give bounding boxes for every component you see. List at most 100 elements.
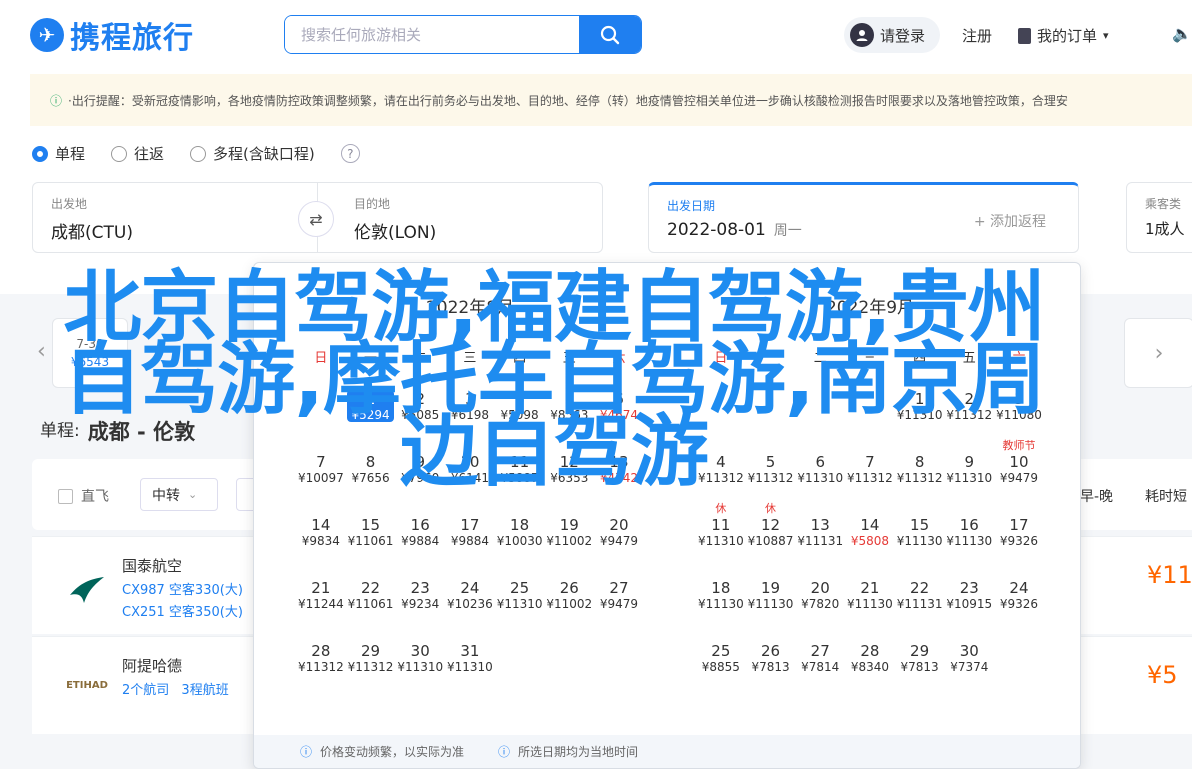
calendar-day[interactable]: 22 ¥11061 xyxy=(346,565,396,628)
day-number: 15 xyxy=(360,516,381,534)
help-icon[interactable]: ? xyxy=(340,144,360,163)
calendar-day[interactable]: 25 ¥11310 xyxy=(495,565,545,628)
calendar-day[interactable]: 25 ¥8855 xyxy=(696,628,746,691)
calendar-day[interactable]: 17 ¥9884 xyxy=(445,502,495,565)
calendar-day[interactable]: 23 ¥10915 xyxy=(944,565,994,628)
calendar-day[interactable]: 27 ¥7814 xyxy=(795,628,845,691)
calendar-day[interactable]: 16 ¥9884 xyxy=(395,502,445,565)
radio-round-trip[interactable]: 往返 xyxy=(111,143,164,164)
day-price: ¥10915 xyxy=(946,597,993,611)
day-number: 14 xyxy=(311,516,331,534)
day-tag xyxy=(395,502,445,516)
calendar-day[interactable]: 30 ¥7374 xyxy=(944,628,994,691)
destination-label: 目的地 xyxy=(354,197,391,211)
day-number: 17 xyxy=(460,516,480,534)
day-tag xyxy=(746,628,796,642)
day-tag xyxy=(795,565,845,579)
sort-departure-time[interactable]: 早-晚 xyxy=(1080,486,1113,506)
day-tag xyxy=(445,628,495,642)
day-number: 17 xyxy=(1009,516,1029,534)
calendar-day[interactable]: 31 ¥11310 xyxy=(445,628,495,691)
register-link[interactable]: 注册 xyxy=(962,25,992,46)
calendar-day[interactable]: 15 ¥11130 xyxy=(895,502,945,565)
calendar-day[interactable]: 15 ¥11061 xyxy=(346,502,396,565)
passenger-field[interactable]: 乘客类 1成人 xyxy=(1126,182,1192,253)
radio-checked-icon xyxy=(32,145,48,162)
sort-duration[interactable]: 耗时短 xyxy=(1145,486,1187,506)
search-box xyxy=(284,15,642,54)
calendar-day[interactable]: 20 ¥7820 xyxy=(795,565,845,628)
day-tag xyxy=(895,502,945,516)
day-tag xyxy=(495,565,545,579)
destination-field[interactable]: 目的地 伦敦(LON) xyxy=(317,182,603,253)
day-tag xyxy=(296,628,346,642)
day-price: ¥9479 xyxy=(599,597,639,611)
date-weekday: 周一 xyxy=(773,223,802,239)
day-tag: 休 xyxy=(765,502,777,515)
airline-count: 2个航司 xyxy=(122,683,170,698)
calendar-day[interactable]: 26 ¥11002 xyxy=(544,565,594,628)
calendar-day[interactable]: 19 ¥11002 xyxy=(544,502,594,565)
date-strip-next[interactable]: › xyxy=(1124,318,1192,388)
day-number: 18 xyxy=(711,579,731,597)
speaker-icon[interactable]: 🔈 xyxy=(1172,24,1192,43)
calendar-day[interactable]: 休 12 ¥10887 xyxy=(746,502,796,565)
calendar-day[interactable]: 27 ¥9479 xyxy=(594,565,644,628)
add-return-button[interactable]: + 添加返程 xyxy=(974,211,1046,231)
calendar-day[interactable]: 18 ¥10030 xyxy=(495,502,545,565)
calendar-day[interactable]: 21 ¥11244 xyxy=(296,565,346,628)
day-tag xyxy=(845,565,895,579)
day-price: ¥8340 xyxy=(850,660,889,674)
calendar-day[interactable]: 19 ¥11130 xyxy=(746,565,796,628)
calendar-day[interactable]: 28 ¥11312 xyxy=(296,628,346,691)
flight-price: ¥5 xyxy=(1147,661,1178,689)
day-number: 22 xyxy=(910,579,930,597)
calendar-day[interactable]: 30 ¥11310 xyxy=(395,628,445,691)
direct-flight-filter[interactable]: 直飞 xyxy=(58,486,109,506)
radio-multi-city[interactable]: 多程(含缺口程) xyxy=(190,143,315,164)
calendar-day[interactable]: 14 ¥9834 xyxy=(296,502,346,565)
day-number: 16 xyxy=(959,516,979,534)
calendar-day[interactable]: 16 ¥11130 xyxy=(944,502,994,565)
search-button[interactable] xyxy=(579,16,641,53)
day-price: ¥10887 xyxy=(747,534,794,548)
day-tag xyxy=(895,628,945,642)
day-price: ¥9234 xyxy=(401,597,440,611)
search-input[interactable] xyxy=(285,16,579,53)
radio-one-way[interactable]: 单程 xyxy=(32,143,85,164)
day-price: ¥8855 xyxy=(701,660,740,674)
calendar-day[interactable]: 26 ¥7813 xyxy=(746,628,796,691)
departure-field[interactable]: 出发地 成都(CTU) xyxy=(32,182,318,253)
calendar-day[interactable]: 14 ¥5808 xyxy=(845,502,895,565)
day-number: 26 xyxy=(760,642,781,660)
my-orders-menu[interactable]: 我的订单 ▾ xyxy=(1018,25,1109,46)
calendar-day[interactable]: 29 ¥7813 xyxy=(895,628,945,691)
calendar-footer: ⓘ 价格变动频繁，以实际为准 ⓘ 所选日期均为当地时间 xyxy=(254,735,1080,768)
ctrip-logo[interactable]: ✈ 携程旅行 xyxy=(30,14,194,56)
flight-segment: CX987 空客330(大) xyxy=(122,583,243,598)
notice-text: ·出行提醒：受新冠疫情影响，各地疫情防控政策调整频繁，请在出行前务必与出发地、目… xyxy=(68,93,1068,108)
calendar-day[interactable]: 20 ¥9479 xyxy=(594,502,644,565)
calendar-day[interactable]: 17 ¥9326 xyxy=(994,502,1044,565)
flight-segment: CX251 空客350(大) xyxy=(122,605,243,620)
checkbox-icon xyxy=(58,488,73,504)
calendar-day[interactable]: 18 ¥11130 xyxy=(696,565,746,628)
date-value: 2022-08-01 xyxy=(667,220,766,240)
calendar-day[interactable]: 23 ¥9234 xyxy=(395,565,445,628)
calendar-day[interactable]: 21 ¥11130 xyxy=(845,565,895,628)
swap-cities-button[interactable]: ⇄ xyxy=(298,201,334,237)
login-button[interactable]: 请登录 xyxy=(844,17,940,53)
calendar-day[interactable]: 24 ¥10236 xyxy=(445,565,495,628)
calendar-day[interactable]: 13 ¥11131 xyxy=(795,502,845,565)
chevron-down-icon: ▾ xyxy=(1103,29,1109,42)
passenger-label: 乘客类 xyxy=(1145,197,1182,211)
calendar-day[interactable]: 29 ¥11312 xyxy=(346,628,396,691)
day-number: 29 xyxy=(910,642,930,660)
calendar-day[interactable]: 休 11 ¥11310 xyxy=(696,502,746,565)
calendar-day[interactable]: 24 ¥9326 xyxy=(994,565,1044,628)
day-number: 20 xyxy=(810,579,830,597)
calendar-day[interactable]: 22 ¥11131 xyxy=(895,565,945,628)
day-tag xyxy=(845,628,895,642)
calendar-day[interactable]: 28 ¥8340 xyxy=(845,628,895,691)
departure-date-field[interactable]: 出发日期 2022-08-01 周一 + 添加返程 xyxy=(648,182,1079,253)
